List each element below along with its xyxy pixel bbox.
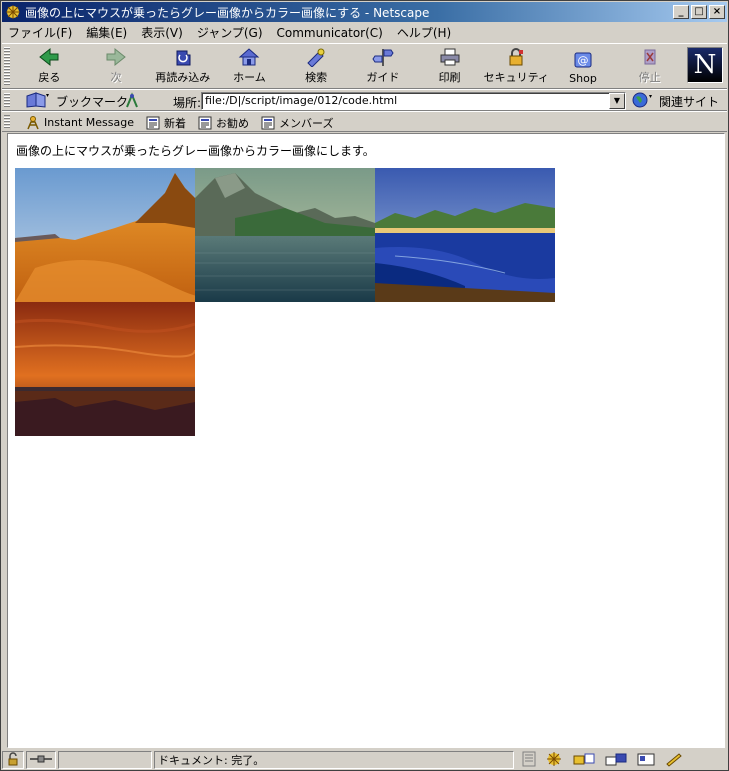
guide-label: ガイド (366, 71, 400, 84)
toolbar-grip[interactable] (4, 93, 10, 107)
svg-text:@: @ (577, 54, 588, 67)
composer-icon[interactable] (664, 751, 684, 770)
stop-icon (638, 46, 662, 67)
bookmark-icon (26, 91, 52, 111)
members-label: メンバーズ (279, 116, 334, 130)
home-button[interactable]: ホーム (216, 46, 283, 88)
forward-button[interactable]: 次 (83, 46, 150, 88)
reload-icon (171, 46, 195, 67)
minimize-button[interactable]: _ (673, 5, 689, 19)
window-title: 画像の上にマウスが乗ったらグレー画像からカラー画像にする - Netscape (25, 5, 430, 20)
instant-message-label: Instant Message (44, 116, 134, 129)
landscape-image-sunset[interactable] (15, 302, 195, 436)
shop-button[interactable]: @ Shop (550, 46, 617, 88)
status-text: ドキュメント: 完了。 (154, 751, 514, 769)
menu-bar: ファイル(F) 編集(E) 表示(V) ジャンプ(G) Communicator… (2, 23, 727, 42)
security-label: セキュリティ (483, 71, 549, 84)
search-label: 検索 (305, 71, 328, 84)
person-icon (26, 115, 40, 130)
mail-icon[interactable] (572, 751, 596, 770)
related-sites-label: 関連サイト (659, 94, 720, 109)
intro-text: 画像の上にマウスが乗ったらグレー画像からカラー画像にします。 (16, 144, 375, 158)
bookmark-page-icon (146, 116, 160, 130)
maximize-button[interactable]: □ (691, 5, 707, 19)
home-icon (237, 46, 261, 67)
back-label: 戻る (38, 71, 61, 84)
toolbar-grip[interactable] (4, 47, 10, 85)
print-icon (438, 46, 462, 67)
landscape-image-desert[interactable] (15, 168, 195, 302)
landscape-image-bay[interactable] (375, 168, 555, 302)
bookmark-page-icon (198, 116, 212, 130)
newsgroup-icon[interactable] (604, 751, 628, 770)
status-bar: ドキュメント: 完了。 (2, 750, 727, 770)
netscape-app-icon[interactable] (5, 4, 21, 20)
lock-icon (504, 46, 528, 67)
back-arrow-icon (37, 46, 61, 67)
new-label: 新着 (164, 116, 186, 130)
location-label: 場所: (173, 96, 202, 110)
new-link[interactable]: 新着 (146, 115, 186, 131)
globe-icon (632, 92, 656, 111)
bookmarks-label: ブックマーク (56, 94, 129, 109)
location-toolbar: ブックマーク 場所: file:/D|/script/image/012/cod… (2, 89, 727, 111)
recommend-label: お勧め (216, 116, 249, 130)
shop-label: Shop (569, 72, 597, 85)
location-dropdown-button[interactable]: ▼ (609, 93, 625, 109)
page-content: 画像の上にマウスが乗ったらグレー画像からカラー画像にします。 (7, 133, 725, 748)
guide-button[interactable]: ガイド (350, 46, 417, 88)
title-bar: 画像の上にマウスが乗ったらグレー画像からカラー画像にする - Netscape … (2, 2, 727, 22)
search-button[interactable]: 検索 (283, 46, 350, 88)
menu-help[interactable]: ヘルプ(H) (397, 24, 451, 41)
print-label: 印刷 (438, 71, 461, 84)
connection-status (26, 751, 56, 769)
landscape-image-lake[interactable] (195, 168, 375, 302)
bookmarks-button[interactable]: ブックマーク (26, 91, 129, 111)
print-button[interactable]: 印刷 (416, 46, 483, 88)
netscape-logo[interactable]: N (687, 47, 723, 83)
location-input[interactable]: file:/D|/script/image/012/code.html (201, 92, 626, 110)
navigator-icon[interactable] (544, 751, 564, 770)
shop-icon: @ (571, 48, 595, 70)
guide-icon (371, 46, 395, 67)
members-link[interactable]: メンバーズ (261, 115, 333, 131)
stop-button[interactable]: 停止 (616, 46, 683, 88)
instant-message-link[interactable]: Instant Message (26, 115, 134, 130)
page-proxy-icon[interactable] (124, 92, 140, 112)
menu-communicator[interactable]: Communicator(C) (277, 26, 383, 40)
toolbar-grip[interactable] (4, 115, 10, 128)
progress-bar (58, 751, 152, 769)
security-status[interactable] (2, 751, 24, 769)
component-bar-icon[interactable] (522, 751, 536, 770)
browser-window: 画像の上にマウスが乗ったらグレー画像からカラー画像にする - Netscape … (0, 0, 729, 771)
related-sites-button[interactable]: 関連サイト (632, 92, 719, 110)
forward-arrow-icon (104, 46, 128, 67)
menu-file[interactable]: ファイル(F) (8, 24, 72, 41)
address-book-icon[interactable] (636, 751, 656, 770)
back-button[interactable]: 戻る (16, 46, 83, 88)
lock-icon (6, 751, 20, 769)
plug-icon (30, 754, 52, 767)
security-button[interactable]: セキュリティ (483, 46, 550, 88)
menu-edit[interactable]: 編集(E) (86, 24, 127, 41)
reload-label: 再読み込み (155, 71, 211, 84)
home-label: ホーム (233, 71, 266, 84)
reload-button[interactable]: 再読み込み (149, 46, 216, 88)
close-button[interactable]: × (709, 5, 725, 19)
menu-go[interactable]: ジャンプ(G) (197, 24, 263, 41)
recommend-link[interactable]: お勧め (198, 115, 249, 131)
menu-view[interactable]: 表示(V) (141, 24, 183, 41)
bookmark-page-icon (261, 116, 275, 130)
navigation-toolbar: 戻る 次 再読み込み ホーム 検索 ガイド 印刷 セキュリティ @ Shop 停… (2, 43, 727, 89)
forward-label: 次 (110, 71, 122, 84)
personal-toolbar: Instant Message 新着 お勧め メンバーズ (2, 111, 727, 132)
stop-label: 停止 (638, 71, 661, 84)
search-icon (304, 46, 328, 67)
